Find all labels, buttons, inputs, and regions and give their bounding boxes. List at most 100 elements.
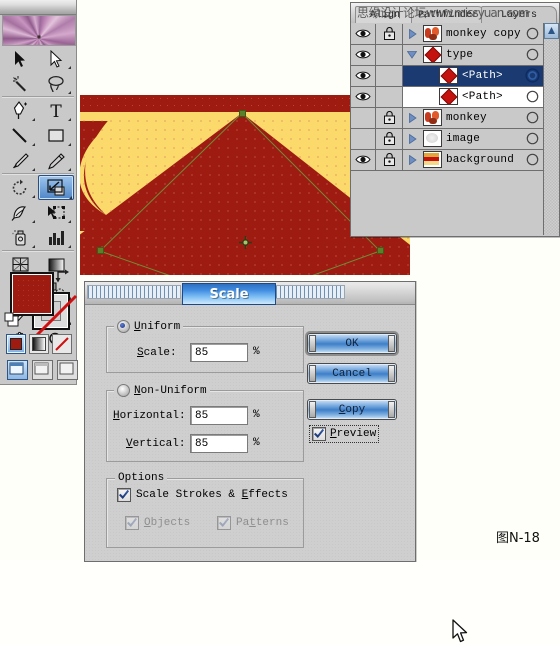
anchor-point[interactable] [239,110,246,117]
layer-visibility-toggle[interactable] [351,128,376,149]
layer-row-path[interactable]: <Path> [351,86,559,108]
scale-input[interactable]: 85 [190,343,248,362]
chevron-right-icon[interactable] [405,24,419,44]
default-fill-stroke-icon[interactable] [4,312,20,328]
layer-target-indicator[interactable] [521,65,543,86]
symbol-sprayer-tool[interactable] [2,225,38,250]
fill-swatch[interactable] [10,272,54,316]
free-transform-tool[interactable] [38,200,74,225]
layer-name-cell[interactable]: <Path> [403,86,521,107]
paintbrush-tool[interactable] [2,148,38,173]
preview-checkbox-row[interactable]: Preview [309,425,380,443]
screen-mode-group[interactable] [2,358,79,382]
horizontal-label: Horizontal: [113,410,186,422]
layers-list[interactable]: monkey copy type <Path> <Path> monkey image ba… [351,23,559,235]
copy-button[interactable]: Copy [307,399,397,420]
layer-target-indicator[interactable] [521,44,543,65]
layer-visibility-toggle[interactable] [351,23,376,44]
layer-lock-toggle[interactable] [376,86,403,107]
uniform-radio-row[interactable]: Uniform [114,320,184,333]
full-screen-menubar-mode-button[interactable] [32,360,53,380]
layer-thumbnail [439,67,458,84]
full-screen-mode-button[interactable] [57,360,78,380]
tools-palette[interactable]: T [0,0,79,385]
rectangle-tool[interactable] [38,123,74,148]
chevron-right-icon[interactable] [405,108,419,128]
layer-target-indicator[interactable] [521,128,543,149]
chevron-right-icon[interactable] [405,150,419,170]
layer-row-monkey[interactable]: monkey [351,107,559,129]
rotate-tool[interactable] [2,175,38,200]
vertical-label: Vertical: [126,438,186,450]
scroll-up-button[interactable] [544,23,559,39]
patterns-checkbox [217,516,231,530]
layers-palette[interactable]: Align Pathfinder Layers 思缘设计论坛www.missyu… [350,2,560,237]
dialog-titlebar[interactable]: Scale [85,282,415,305]
direct-selection-tool[interactable] [38,46,74,71]
layer-visibility-toggle[interactable] [351,65,376,86]
magic-wand-tool[interactable] [2,71,38,96]
layer-name-cell[interactable]: monkey copy [403,23,521,44]
layer-target-indicator[interactable] [521,107,543,128]
layer-name-cell[interactable]: background [403,149,521,170]
preview-checkbox[interactable] [312,427,326,441]
scale-strokes-checkbox-row[interactable]: Scale Strokes & Effects [117,488,288,502]
layer-lock-toggle[interactable] [376,149,403,170]
non-uniform-radio[interactable] [117,384,130,397]
layer-lock-toggle[interactable] [376,44,403,65]
scale-dialog[interactable]: Scale Uniform Scale: 85 % Non-Uniform Ho… [84,281,468,643]
selection-tool[interactable] [2,46,38,71]
layer-lock-toggle[interactable] [376,128,403,149]
column-graph-tool[interactable] [38,225,74,250]
layer-row-monkey-copy[interactable]: monkey copy [351,23,559,45]
line-segment-tool[interactable] [2,123,38,148]
layer-target-indicator[interactable] [521,86,543,107]
scale-tool[interactable] [38,175,74,200]
layer-row-path[interactable]: <Path> [351,65,559,87]
layer-target-indicator[interactable] [521,149,543,170]
anchor-point[interactable] [97,247,104,254]
cancel-button[interactable]: Cancel [307,363,397,384]
layer-row-image[interactable]: image [351,128,559,150]
layer-name-cell[interactable]: type [403,44,521,65]
uniform-radio[interactable] [117,320,130,333]
layer-visibility-toggle[interactable] [351,107,376,128]
anchor-point[interactable] [377,247,384,254]
layer-visibility-toggle[interactable] [351,149,376,170]
transform-origin-crosshair[interactable] [239,236,252,249]
none-mode-button[interactable] [52,334,72,354]
chevron-down-icon[interactable] [405,45,419,65]
layer-lock-toggle[interactable] [376,107,403,128]
layer-name-cell[interactable]: image [403,128,521,149]
ok-button[interactable]: OK [307,333,397,354]
layer-visibility-toggle[interactable] [351,44,376,65]
paint-mode-group[interactable] [2,332,78,356]
swap-fill-stroke-icon[interactable] [54,268,72,284]
gradient-mode-button[interactable] [29,334,49,354]
chevron-right-icon[interactable] [405,129,419,149]
tools-palette-titlebar[interactable] [0,0,76,15]
type-tool[interactable]: T [38,98,74,123]
non-uniform-radio-row[interactable]: Non-Uniform [114,384,210,397]
layer-lock-toggle[interactable] [376,23,403,44]
warp-tool[interactable] [2,200,38,225]
pencil-tool[interactable] [38,148,74,173]
layer-name-cell[interactable]: monkey [403,107,521,128]
layers-scrollbar[interactable] [543,23,559,235]
layer-lock-toggle[interactable] [376,65,403,86]
objects-label: Objects [144,517,191,529]
layer-target-indicator[interactable] [521,23,543,44]
color-mode-button[interactable] [6,334,26,354]
layer-visibility-toggle[interactable] [351,86,376,107]
color-swatch-group[interactable] [2,268,78,338]
palette-tab-bar[interactable]: Align Pathfinder Layers 思缘设计论坛www.missyu… [351,3,559,24]
standard-screen-mode-button[interactable] [7,360,28,380]
layer-name-cell[interactable]: <Path> [403,65,521,86]
pen-tool[interactable] [2,98,38,123]
lasso-tool[interactable] [38,71,74,96]
layer-row-background[interactable]: background [351,149,559,171]
vertical-input[interactable]: 85 [190,434,248,453]
layer-row-type[interactable]: type [351,44,559,66]
scale-strokes-checkbox[interactable] [117,488,131,502]
horizontal-input[interactable]: 85 [190,406,248,425]
